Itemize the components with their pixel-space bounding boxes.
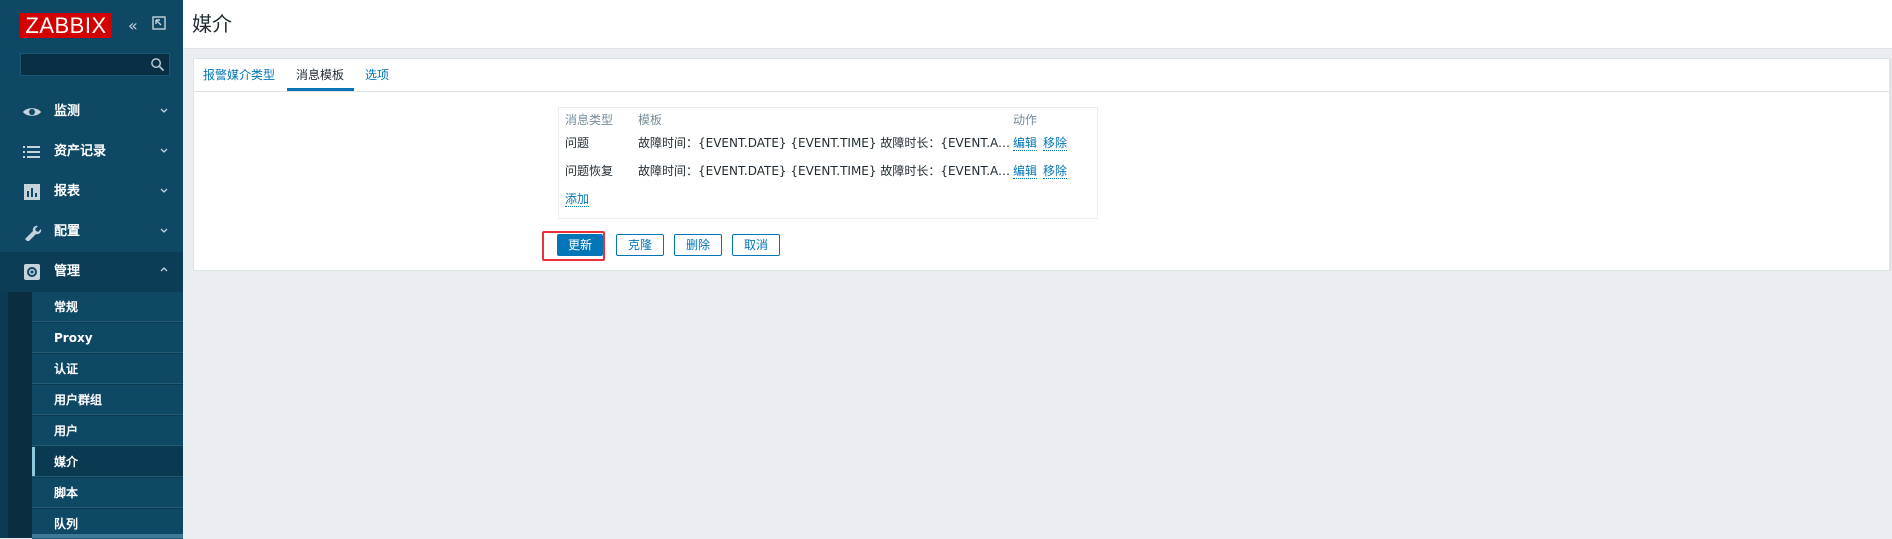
nav-label: 管理 [54,264,81,279]
zabbix-logo[interactable]: ZABBIX [20,13,112,38]
column-header-type: 消息类型 [565,113,614,127]
tab-options[interactable]: 选项 [365,67,389,83]
tab-bar: 报警媒介类型 消息模板 选项 [194,59,1891,92]
page-header: 媒介 [183,0,1892,49]
nav-label: 配置 [54,224,81,239]
remove-link[interactable]: 移除 [1043,164,1068,179]
admin-item-media-types[interactable]: 媒介 [32,447,183,477]
admin-item-general[interactable]: 常规 [32,292,183,322]
collapse-sidebar-icon[interactable]: « [128,16,138,36]
admin-subnav: 常规 Proxy 认证 用户群组 用户 媒介 脚本 队列 [0,292,183,539]
search-icon[interactable] [150,57,165,72]
sidebar: ZABBIX « 监测 资产记录 报表 配置 管理 常规 Proxy 认证 用户… [0,0,183,539]
sidebar-scroll-edge [32,534,183,538]
admin-item-user-groups[interactable]: 用户群组 [32,385,183,415]
sidebar-search-input[interactable] [20,53,170,76]
chevron-down-icon [160,108,168,113]
nav-item-configuration[interactable]: 配置 [0,212,183,252]
tab-message-templates[interactable]: 消息模板 [296,67,344,83]
active-tab-indicator [287,88,354,91]
nav-item-reports[interactable]: 报表 [0,172,183,212]
nav-item-monitoring[interactable]: 监测 [0,92,183,132]
column-header-template: 模板 [638,113,663,127]
admin-item-proxy[interactable]: Proxy [32,323,183,353]
page-title: 媒介 [192,12,232,36]
subnav-rail [8,292,32,538]
admin-item-authentication[interactable]: 认证 [32,354,183,384]
media-type-form: 报警媒介类型 消息模板 选项 消息类型 模板 动作 问题 故障时间：{EVENT… [193,58,1892,271]
admin-item-users[interactable]: 用户 [32,416,183,446]
gear-icon [24,264,40,280]
list-icon [23,146,40,158]
remove-link[interactable]: 移除 [1043,136,1068,151]
edit-link[interactable]: 编辑 [1013,164,1038,179]
nav-label: 报表 [54,184,81,199]
tab-media-type[interactable]: 报警媒介类型 [203,67,275,83]
admin-item-scripts[interactable]: 脚本 [32,478,183,508]
main-nav: 监测 资产记录 报表 配置 管理 [0,92,183,292]
chevron-down-icon [160,148,168,153]
kiosk-mode-icon[interactable] [152,16,166,36]
chevron-down-icon [160,188,168,193]
chevron-down-icon [160,228,168,233]
delete-button[interactable]: 删除 [674,234,722,256]
wrench-icon [25,225,42,241]
nav-label: 监测 [54,104,81,119]
nav-label: 资产记录 [54,144,107,159]
clone-button[interactable]: 克隆 [616,234,664,256]
template-text: 故障时间：{EVENT.DATE} {EVENT.TIME} 故障时长：{EVE… [638,164,1013,178]
nav-item-administration[interactable]: 管理 [0,252,183,292]
nav-item-inventory[interactable]: 资产记录 [0,132,183,172]
template-type: 问题恢复 [565,164,614,178]
message-templates-table: 消息类型 模板 动作 问题 故障时间：{EVENT.DATE} {EVENT.T… [558,107,1098,219]
bar-chart-icon [24,184,40,200]
add-template-link[interactable]: 添加 [565,192,590,207]
logo-row: ZABBIX « [20,13,180,40]
column-header-actions: 动作 [1013,113,1038,127]
template-type: 问题 [565,136,590,150]
cancel-button[interactable]: 取消 [732,234,780,256]
chevron-up-icon [160,267,168,272]
template-text: 故障时间：{EVENT.DATE} {EVENT.TIME} 故障时长：{EVE… [638,136,1013,150]
eye-icon [23,108,41,116]
edit-link[interactable]: 编辑 [1013,136,1038,151]
update-button-highlight [542,231,605,261]
